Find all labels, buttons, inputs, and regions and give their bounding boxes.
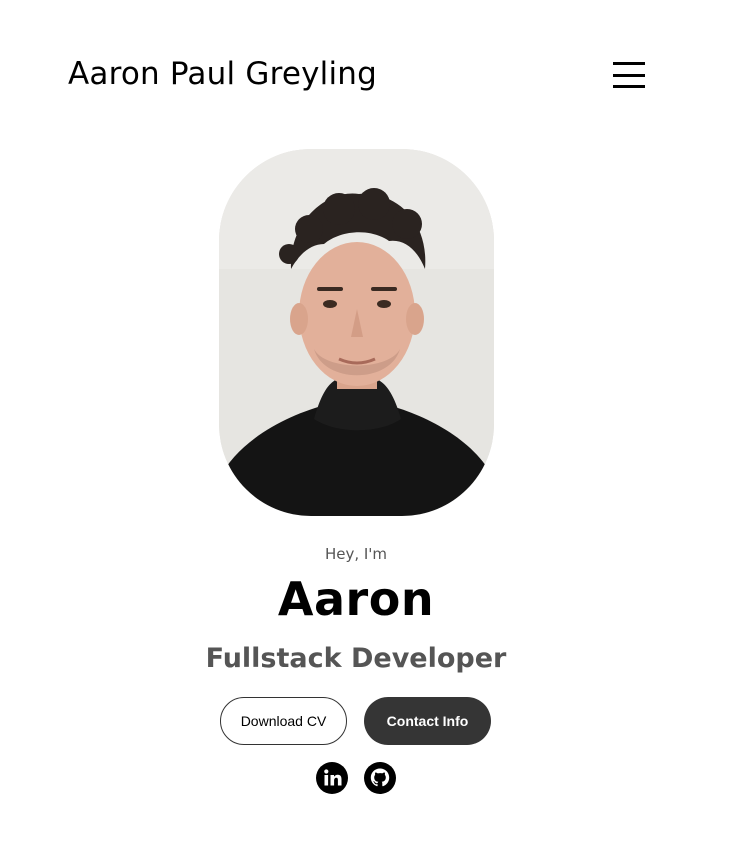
profile-photo [219, 149, 494, 516]
site-logo[interactable]: Aaron Paul Greyling [68, 56, 377, 92]
profile-name: Aaron [277, 572, 435, 626]
linkedin-icon[interactable] [316, 762, 348, 794]
greeting-text: Hey, I'm [324, 545, 388, 563]
github-icon[interactable] [364, 762, 396, 794]
contact-info-button[interactable]: Contact Info [364, 697, 491, 745]
download-cv-button[interactable]: Download CV [220, 697, 347, 745]
profile-role: Fullstack Developer [205, 643, 507, 674]
hamburger-menu-icon[interactable] [613, 62, 645, 88]
